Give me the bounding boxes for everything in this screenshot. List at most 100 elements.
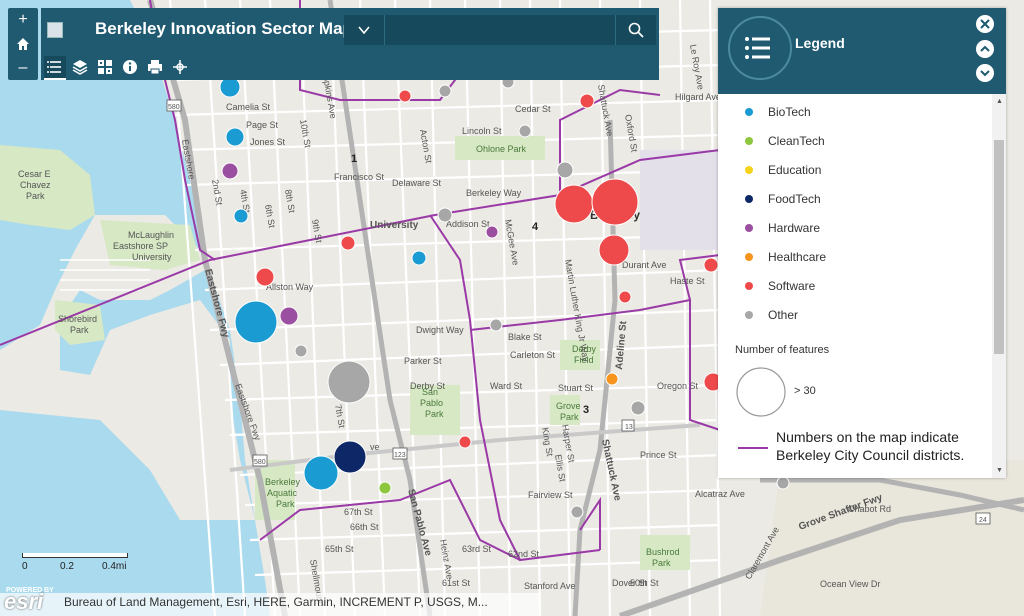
place-label: Ohlone Park xyxy=(476,144,527,154)
street-label: Alcatraz Ave xyxy=(695,489,745,499)
route-shield: 24 xyxy=(979,517,987,524)
measure-tool-button[interactable] xyxy=(169,56,191,78)
street-label: Hilgard Ave xyxy=(675,92,721,102)
feature-point[interactable] xyxy=(437,207,453,223)
feature-point[interactable] xyxy=(233,208,249,224)
scroll-down-arrow[interactable]: ▼ xyxy=(996,467,1003,474)
feature-point[interactable] xyxy=(221,162,239,180)
feature-point[interactable] xyxy=(234,300,278,344)
feature-point[interactable] xyxy=(327,360,371,404)
feature-point[interactable] xyxy=(556,161,574,179)
feature-point[interactable] xyxy=(570,505,584,519)
close-button[interactable] xyxy=(976,15,994,33)
feature-point[interactable] xyxy=(458,435,472,449)
place-label: Park xyxy=(276,499,295,509)
district-number: 3 xyxy=(583,404,589,416)
feature-point[interactable] xyxy=(605,372,619,386)
street-label: Durant Ave xyxy=(622,260,666,270)
attribution-bar: POWERED BY esri Bureau of Land Managemen… xyxy=(0,587,540,616)
biotech-swatch xyxy=(745,108,753,116)
street-label: Delaware St xyxy=(392,178,442,188)
education-swatch xyxy=(745,166,753,174)
legend-tool-button[interactable] xyxy=(44,56,66,80)
feature-point[interactable] xyxy=(630,400,646,416)
scroll-thumb[interactable] xyxy=(994,140,1004,354)
size-heading: Number of features xyxy=(735,344,830,356)
street-label: Derby St xyxy=(410,381,446,391)
zoom-out-button[interactable]: – xyxy=(8,56,38,80)
route-shield: 580 xyxy=(168,104,180,111)
district-line-swatch xyxy=(738,447,768,449)
street-label: King St xyxy=(540,427,555,458)
layers-tool-button[interactable] xyxy=(69,56,91,78)
feature-point[interactable] xyxy=(255,267,275,287)
street-label: Oxford St xyxy=(623,114,640,154)
route-shield: 123 xyxy=(394,452,406,459)
feature-point[interactable] xyxy=(489,318,503,332)
esri-logo[interactable]: esri xyxy=(4,589,43,615)
place-label: Park xyxy=(425,409,444,419)
toolbar xyxy=(41,56,659,80)
place-label: Grove xyxy=(556,401,581,411)
feature-point[interactable] xyxy=(303,455,339,491)
zoom-in-button[interactable]: + xyxy=(8,8,38,32)
street-label: Ocean View Dr xyxy=(820,579,880,589)
size-label: > 30 xyxy=(794,385,816,397)
route-shield: 13 xyxy=(625,424,633,431)
feature-point[interactable] xyxy=(579,93,595,109)
legend-badge xyxy=(728,16,792,80)
campus xyxy=(640,150,720,250)
street-label: Allston Way xyxy=(266,282,314,292)
legend-content: BioTech CleanTech Education FoodTech Har… xyxy=(718,94,992,478)
feature-point[interactable] xyxy=(225,127,245,147)
feature-point[interactable] xyxy=(340,235,356,251)
search-button[interactable] xyxy=(615,15,656,45)
street-label: 8th St xyxy=(283,189,297,214)
feature-point[interactable] xyxy=(294,344,308,358)
basemap-tool-button[interactable] xyxy=(94,56,116,78)
size-symbol xyxy=(736,367,786,417)
legend-item-label: BioTech xyxy=(768,105,811,119)
feature-point[interactable] xyxy=(378,481,392,495)
feature-point[interactable] xyxy=(598,234,630,266)
about-tool-button[interactable] xyxy=(119,56,141,78)
expand-button[interactable] xyxy=(976,64,994,82)
legend-item-label: CleanTech xyxy=(768,134,825,148)
list-icon xyxy=(745,37,770,59)
street-label: Francisco St xyxy=(334,172,385,182)
feature-point[interactable] xyxy=(333,440,367,474)
attribution-text[interactable]: Bureau of Land Management, Esri, HERE, G… xyxy=(64,595,488,609)
street-label: University xyxy=(370,220,419,231)
place-label: University xyxy=(132,252,172,262)
place-label: Park xyxy=(560,412,579,422)
feature-point[interactable] xyxy=(591,178,639,226)
feature-point[interactable] xyxy=(398,89,412,103)
feature-point[interactable] xyxy=(279,306,299,326)
healthcare-swatch xyxy=(745,253,753,261)
print-icon xyxy=(148,60,162,75)
header-top: Berkeley Innovation Sector Map xyxy=(41,8,659,50)
print-tool-button[interactable] xyxy=(144,56,166,78)
feature-point[interactable] xyxy=(703,257,719,273)
place-label: Park xyxy=(652,558,671,568)
place-label: Eastshore SP xyxy=(113,241,168,251)
street-label: 10th St xyxy=(298,119,313,149)
feature-point[interactable] xyxy=(518,124,532,138)
feature-point[interactable] xyxy=(411,250,427,266)
search-source-dropdown[interactable] xyxy=(344,15,385,45)
search-input[interactable] xyxy=(386,15,624,43)
collapse-button[interactable] xyxy=(976,40,994,58)
cleantech-swatch xyxy=(745,137,753,145)
legend-scrollbar[interactable]: ▲ ▼ xyxy=(992,94,1006,478)
foodtech-swatch xyxy=(745,195,753,203)
scroll-up-arrow[interactable]: ▲ xyxy=(996,98,1003,105)
feature-point[interactable] xyxy=(554,184,594,224)
legend-item-healthcare: Healthcare xyxy=(718,247,988,267)
home-button[interactable] xyxy=(8,32,38,56)
feature-point[interactable] xyxy=(485,225,499,239)
feature-point[interactable] xyxy=(776,476,790,490)
feature-point[interactable] xyxy=(219,76,241,98)
feature-point[interactable] xyxy=(618,290,632,304)
street-label: Fairview St xyxy=(528,490,573,500)
feature-point[interactable] xyxy=(438,84,452,98)
